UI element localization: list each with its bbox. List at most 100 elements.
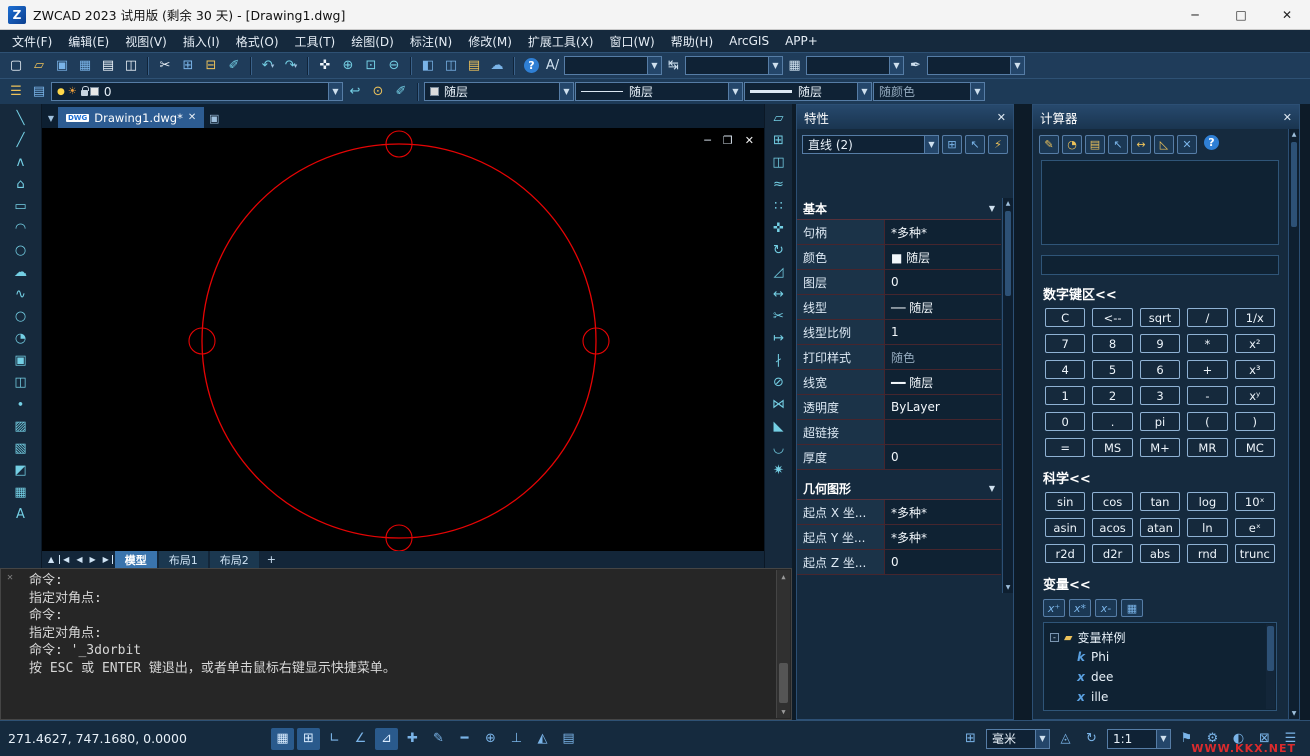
calc-key[interactable]: acos — [1092, 518, 1132, 537]
table-style-icon[interactable]: ▦ — [786, 56, 803, 76]
scroll-down-icon[interactable]: ▼ — [781, 705, 785, 718]
sheet-set-icon[interactable]: ▤ — [463, 56, 485, 76]
section-basic[interactable]: 基本▼ — [797, 198, 1001, 220]
chevron-down-icon[interactable]: ▼ — [857, 83, 871, 100]
tree-scrollbar[interactable] — [1266, 624, 1275, 709]
property-row[interactable]: 线型 ── 随层 — [797, 295, 1001, 320]
calc-key[interactable]: 9 — [1140, 334, 1180, 353]
property-row[interactable]: 起点 Z 坐... 0 — [797, 550, 1001, 575]
calc-key[interactable]: 6 — [1140, 360, 1180, 379]
calc-key[interactable]: sqrt — [1140, 308, 1180, 327]
arc-icon[interactable]: ◠ — [9, 217, 33, 239]
chevron-down-icon[interactable]: ▼ — [970, 83, 984, 100]
calc-key[interactable]: / — [1187, 308, 1227, 327]
calculator-input-field[interactable] — [1041, 255, 1279, 275]
cycle-select-toggle[interactable]: ⊕ — [479, 728, 502, 750]
grid-toggle[interactable]: ▦ — [271, 728, 294, 750]
calc-key[interactable]: ( — [1187, 412, 1227, 431]
calc-key[interactable]: 2 — [1092, 386, 1132, 405]
calc-key[interactable]: MC — [1235, 438, 1275, 457]
style-combobox[interactable]: ▼ — [685, 56, 783, 75]
menu-item[interactable]: 工具(T) — [287, 31, 344, 52]
calculator-scrollbar[interactable]: ▲ ▼ — [1288, 129, 1299, 719]
new-document-icon[interactable]: ▣ — [204, 112, 224, 128]
calc-key[interactable]: x³ — [1235, 360, 1275, 379]
property-value[interactable]: ── 随层 — [885, 295, 1001, 319]
numpad-section-title[interactable]: 数字键区<< — [1033, 275, 1287, 306]
dynamic-ucs-toggle[interactable]: ⊥ — [505, 728, 528, 750]
property-row[interactable]: 起点 Y 坐... *多种* — [797, 525, 1001, 550]
calc-key[interactable]: 3 — [1140, 386, 1180, 405]
scrollbar-thumb[interactable] — [1005, 211, 1011, 296]
calc-key[interactable]: MS — [1092, 438, 1132, 457]
first-tab-icon[interactable]: ◀ — [59, 555, 72, 564]
command-scrollbar[interactable]: ▲ ▼ — [776, 570, 790, 718]
close-button[interactable]: ✕ — [1264, 0, 1310, 29]
table-icon[interactable]: ▦ — [9, 481, 33, 503]
property-row[interactable]: 句柄 *多种* — [797, 220, 1001, 245]
edit-variable-icon[interactable]: x* — [1069, 599, 1091, 617]
dim-style-icon[interactable]: ↹ — [665, 56, 682, 76]
break-icon[interactable]: ⊘ — [767, 371, 791, 393]
trim-icon[interactable]: ✂ — [767, 305, 791, 327]
stretch-icon[interactable]: ↔ — [767, 283, 791, 305]
property-value[interactable]: 0 — [885, 445, 1001, 469]
rectangle-icon[interactable]: ▭ — [9, 195, 33, 217]
minimize-button[interactable]: ─ — [1172, 0, 1218, 29]
match-layer-icon[interactable]: ✐ — [390, 82, 412, 102]
chevron-down-icon[interactable]: ▼ — [889, 57, 903, 74]
layout-tab[interactable]: 布局1 — [159, 551, 208, 569]
doc-close-icon[interactable]: ✕ — [745, 134, 754, 147]
property-value[interactable]: 1 — [885, 320, 1001, 344]
region-icon[interactable]: ◩ — [9, 459, 33, 481]
property-value[interactable] — [885, 420, 1001, 444]
quick-calc-icon[interactable]: ⚡ — [988, 135, 1008, 154]
property-row[interactable]: 透明度 ByLayer — [797, 395, 1001, 420]
viewports-icon[interactable]: ◫ — [440, 56, 462, 76]
rotate-icon[interactable]: ↻ — [767, 239, 791, 261]
calc-key[interactable]: M+ — [1140, 438, 1180, 457]
lineweight-toggle[interactable]: ━ — [453, 728, 476, 750]
tab-list-dropdown-icon[interactable]: ▼ — [44, 114, 58, 128]
break-at-point-icon[interactable]: ∤ — [767, 349, 791, 371]
calc-key[interactable]: + — [1187, 360, 1227, 379]
menu-item[interactable]: 帮助(H) — [663, 31, 721, 52]
variable-item[interactable]: x dee — [1050, 667, 1262, 687]
chevron-down-icon[interactable]: ▼ — [728, 83, 742, 100]
property-row[interactable]: 图层 0 — [797, 270, 1001, 295]
chamfer-icon[interactable]: ◣ — [767, 415, 791, 437]
point-icon[interactable]: ∙ — [9, 393, 33, 415]
line-icon[interactable]: ╲ — [9, 107, 33, 129]
menu-item[interactable]: 插入(I) — [175, 31, 228, 52]
ellipse-icon[interactable]: ○ — [9, 305, 33, 327]
annotation-autoscale-icon[interactable]: ↻ — [1080, 728, 1103, 750]
angle-icon[interactable]: ◺ — [1154, 135, 1174, 154]
calculator-close-icon[interactable]: ✕ — [1283, 111, 1292, 124]
chevron-down-icon[interactable]: ▼ — [924, 136, 938, 153]
join-icon[interactable]: ⋈ — [767, 393, 791, 415]
otrack-toggle[interactable]: ✚ — [401, 728, 424, 750]
calc-key[interactable]: MR — [1187, 438, 1227, 457]
chevron-down-icon[interactable]: ▼ — [647, 57, 661, 74]
plotstyle-combobox[interactable]: 随颜色 ▼ — [873, 82, 985, 101]
copy-icon[interactable]: ⊞ — [177, 56, 199, 76]
color-combobox[interactable]: 随层 ▼ — [424, 82, 574, 101]
text-style-icon[interactable]: A/ — [544, 56, 561, 76]
variable-item[interactable]: k Phi — [1050, 647, 1262, 667]
ellipse-arc-icon[interactable]: ◔ — [9, 327, 33, 349]
chevron-down-icon[interactable]: ▼ — [328, 83, 342, 100]
fillet-icon[interactable]: ◡ — [767, 437, 791, 459]
calc-key[interactable]: . — [1092, 412, 1132, 431]
calc-key[interactable]: <-- — [1092, 308, 1132, 327]
chevron-down-icon[interactable]: ▼ — [559, 83, 573, 100]
tree-collapse-icon[interactable]: - — [1050, 633, 1059, 642]
calc-key[interactable]: log — [1187, 492, 1227, 511]
calc-key[interactable]: 1 — [1045, 386, 1085, 405]
document-tab-close-icon[interactable]: ✕ — [188, 112, 196, 123]
tree-root-row[interactable]: - ▰ 变量样例 — [1050, 627, 1262, 647]
calc-key[interactable]: asin — [1045, 518, 1085, 537]
cut-icon[interactable]: ✂ — [154, 56, 176, 76]
chevron-down-icon[interactable]: ▼ — [768, 57, 782, 74]
calc-key[interactable]: 8 — [1092, 334, 1132, 353]
calc-key[interactable]: 7 — [1045, 334, 1085, 353]
